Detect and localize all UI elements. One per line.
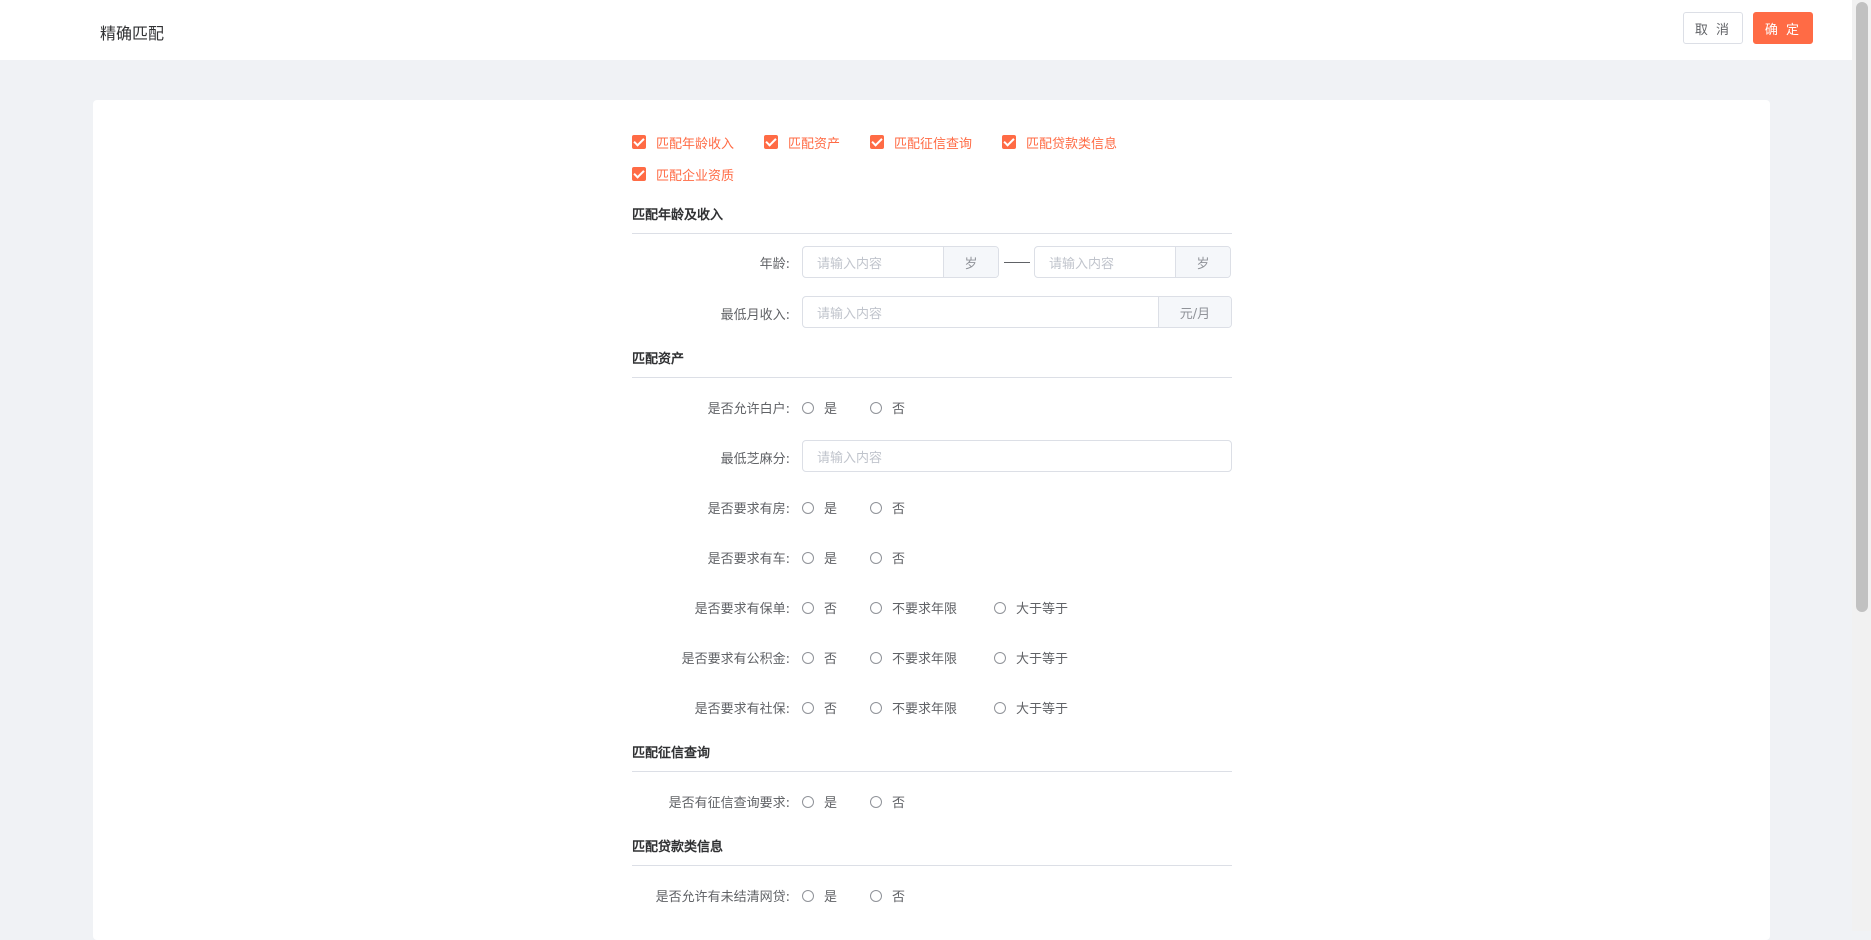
- filter-label: 匹配贷款类信息: [1026, 136, 1118, 152]
- section-title-age-income: 匹配年龄及收入: [632, 204, 1232, 234]
- filter-label: 匹配征信查询: [894, 136, 973, 152]
- car-label: 是否要求有车:: [707, 552, 790, 567]
- radio-no[interactable]: 否: [802, 648, 870, 667]
- credit-radio-group: 是 否: [802, 792, 905, 811]
- checkbox-checked-icon[interactable]: [764, 135, 779, 149]
- filter-age-income[interactable]: 匹配年龄收入: [632, 133, 734, 152]
- filter-label: 匹配资产: [788, 136, 841, 152]
- radio-no[interactable]: 否: [870, 792, 905, 811]
- age-min-placeholder: 请输入内容: [817, 256, 883, 272]
- policy-radio-group: 否 不要求年限 大于等于: [802, 598, 1068, 617]
- radio-yes[interactable]: 是: [802, 398, 870, 417]
- radio-circle-icon[interactable]: [802, 401, 814, 414]
- sesame-label: 最低芝麻分:: [720, 452, 790, 467]
- radio-no[interactable]: 否: [802, 698, 870, 717]
- radio-circle-icon[interactable]: [870, 795, 882, 808]
- filter-label: 匹配年龄收入: [656, 136, 735, 152]
- radio-circle-icon[interactable]: [802, 889, 814, 902]
- filter-assets[interactable]: 匹配资产: [764, 133, 840, 152]
- checkbox-checked-icon[interactable]: [870, 135, 885, 149]
- radio-circle-icon[interactable]: [994, 601, 1006, 614]
- radio-circle-icon[interactable]: [802, 795, 814, 808]
- radio-no[interactable]: 否: [802, 598, 870, 617]
- radio-circle-icon[interactable]: [994, 701, 1006, 714]
- radio-gte[interactable]: 大于等于: [994, 648, 1068, 667]
- credit-label: 是否有征信查询要求:: [668, 796, 790, 811]
- radio-circle-icon[interactable]: [802, 601, 814, 614]
- filter-label: 匹配企业资质: [656, 168, 735, 184]
- radio-circle-icon[interactable]: [870, 701, 882, 714]
- section-title-loan: 匹配贷款类信息: [632, 836, 1232, 866]
- fund-radio-group: 否 不要求年限 大于等于: [802, 648, 1068, 667]
- section-title-credit: 匹配征信查询: [632, 742, 1232, 772]
- income-label: 最低月收入:: [720, 308, 790, 323]
- sesame-placeholder: 请输入内容: [817, 450, 883, 466]
- radio-yes[interactable]: 是: [802, 548, 870, 567]
- age-min-input[interactable]: 请输入内容 岁: [802, 246, 999, 278]
- radio-circle-icon[interactable]: [870, 551, 882, 564]
- scrollbar-track[interactable]: [1852, 0, 1871, 931]
- range-separator: [1004, 262, 1030, 263]
- page-title: 精确匹配: [100, 24, 165, 43]
- car-radio-group: 是 否: [802, 548, 905, 567]
- age-label: 年龄:: [759, 257, 790, 272]
- confirm-button[interactable]: 确 定: [1753, 12, 1813, 44]
- policy-label: 是否要求有保单:: [694, 602, 790, 617]
- house-radio-group: 是 否: [802, 498, 905, 517]
- radio-circle-icon[interactable]: [994, 651, 1006, 664]
- radio-no[interactable]: 否: [870, 398, 905, 417]
- radio-circle-icon[interactable]: [870, 889, 882, 902]
- cancel-button[interactable]: 取 消: [1683, 12, 1743, 44]
- age-max-placeholder: 请输入内容: [1049, 256, 1115, 272]
- netloan-radio-group: 是 否: [802, 886, 905, 905]
- radio-no-limit[interactable]: 不要求年限: [870, 698, 994, 717]
- radio-yes[interactable]: 是: [802, 886, 870, 905]
- filter-enterprise[interactable]: 匹配企业资质: [632, 165, 734, 184]
- radio-circle-icon[interactable]: [802, 501, 814, 514]
- white-label: 是否允许白户:: [707, 402, 790, 417]
- filter-checkboxes: 匹配年龄收入 匹配资产 匹配征信查询 匹配贷款类信息 匹配企业资质: [632, 126, 1232, 190]
- radio-gte[interactable]: 大于等于: [994, 598, 1068, 617]
- radio-no[interactable]: 否: [870, 886, 905, 905]
- fund-label: 是否要求有公积金:: [681, 652, 790, 667]
- top-bar: 精确匹配 取 消 确 定: [0, 0, 1852, 60]
- income-unit: 元/月: [1158, 297, 1231, 327]
- section-title-assets: 匹配资产: [632, 348, 1232, 378]
- sesame-input[interactable]: 请输入内容: [802, 440, 1232, 472]
- social-label: 是否要求有社保:: [694, 702, 790, 717]
- house-label: 是否要求有房:: [707, 502, 790, 517]
- radio-gte[interactable]: 大于等于: [994, 698, 1068, 717]
- radio-circle-icon[interactable]: [870, 651, 882, 664]
- checkbox-checked-icon[interactable]: [632, 167, 646, 181]
- age-min-unit: 岁: [943, 247, 998, 277]
- white-radio-group: 是 否: [802, 398, 905, 417]
- income-placeholder: 请输入内容: [817, 306, 883, 322]
- radio-circle-icon[interactable]: [802, 651, 814, 664]
- netloan-label: 是否允许有未结清网贷:: [655, 890, 790, 905]
- radio-circle-icon[interactable]: [870, 501, 882, 514]
- scrollbar-thumb[interactable]: [1856, 2, 1868, 612]
- checkbox-checked-icon[interactable]: [632, 135, 646, 149]
- radio-no-limit[interactable]: 不要求年限: [870, 648, 994, 667]
- income-input[interactable]: 请输入内容 元/月: [802, 296, 1232, 328]
- radio-circle-icon[interactable]: [802, 701, 814, 714]
- age-max-unit: 岁: [1175, 247, 1230, 277]
- radio-no[interactable]: 否: [870, 498, 905, 517]
- radio-yes[interactable]: 是: [802, 792, 870, 811]
- checkbox-checked-icon[interactable]: [1002, 135, 1017, 149]
- radio-circle-icon[interactable]: [870, 601, 882, 614]
- filter-credit[interactable]: 匹配征信查询: [870, 133, 972, 152]
- radio-no-limit[interactable]: 不要求年限: [870, 598, 994, 617]
- age-max-input[interactable]: 请输入内容 岁: [1034, 246, 1231, 278]
- radio-circle-icon[interactable]: [802, 551, 814, 564]
- radio-circle-icon[interactable]: [870, 401, 882, 414]
- radio-no[interactable]: 否: [870, 548, 905, 567]
- social-radio-group: 否 不要求年限 大于等于: [802, 698, 1068, 717]
- radio-yes[interactable]: 是: [802, 498, 870, 517]
- filter-loan[interactable]: 匹配贷款类信息: [1002, 133, 1117, 152]
